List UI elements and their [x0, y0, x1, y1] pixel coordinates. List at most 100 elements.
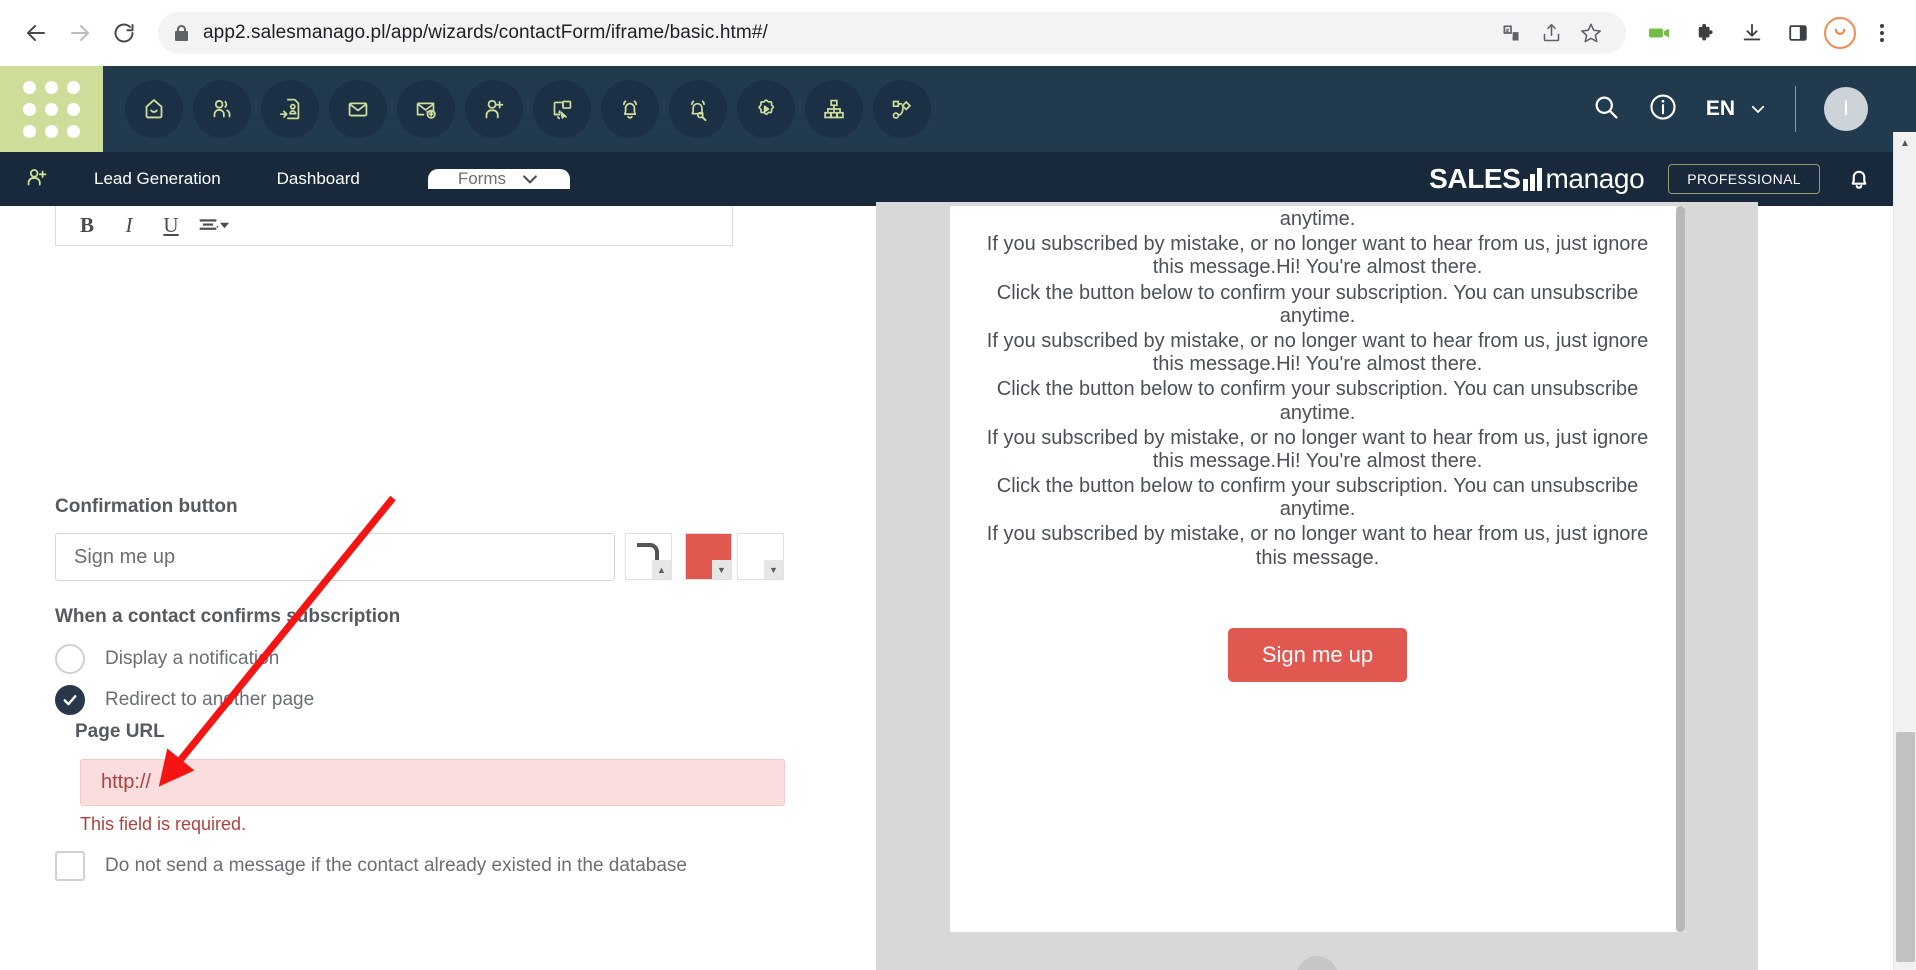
plan-badge[interactable]: PROFESSIONAL: [1668, 164, 1820, 194]
settings-gear-icon[interactable]: [737, 80, 795, 138]
language-label: EN: [1705, 97, 1735, 120]
home-icon[interactable]: [125, 80, 183, 138]
underline-button[interactable]: U: [152, 210, 190, 242]
page-url-input[interactable]: [80, 759, 785, 806]
lock-icon: [174, 24, 189, 42]
nav-lead-generation[interactable]: Lead Generation: [66, 152, 249, 206]
checkbox-skip-existing-contact[interactable]: Do not send a message if the contact alr…: [55, 851, 687, 881]
back-arrow-icon[interactable]: [14, 11, 58, 55]
page-url-error-message: This field is required.: [80, 814, 247, 834]
caret-down-icon[interactable]: ▼: [764, 560, 783, 579]
preview-paragraph: If you subscribed by mistake, or no long…: [986, 426, 1649, 472]
email-preview-text: anytime. If you subscribed by mistake, or…: [950, 206, 1685, 570]
module-nav-right: SALES manago PROFESSIONAL: [1429, 152, 1916, 206]
avatar-initial: I: [1843, 97, 1849, 120]
radio-redirect-another-page[interactable]: Redirect to another page: [55, 685, 314, 715]
border-radius-picker[interactable]: ▲: [625, 533, 672, 580]
email-automation-icon[interactable]: [397, 80, 455, 138]
tab-forms-label: Forms: [457, 169, 506, 188]
web-push-icon[interactable]: [533, 80, 591, 138]
language-selector[interactable]: EN: [1706, 97, 1767, 121]
preview-paragraph: anytime.: [1279, 208, 1356, 230]
radio-circle[interactable]: [55, 644, 85, 674]
salesmanago-logo: SALES manago: [1429, 163, 1645, 195]
form-editor-panel: B I U Confirmation button ▲ ▼ ▼ When a c: [0, 206, 830, 970]
module-nav-left: Lead Generation Dashboard Forms: [0, 152, 570, 206]
share-icon[interactable]: [1532, 14, 1570, 52]
app-nav-icons: [103, 80, 931, 138]
url-text: app2.salesmanago.pl/app/wizards/contactF…: [203, 22, 768, 43]
caret-up-icon[interactable]: ▲: [652, 560, 671, 579]
caret-down-icon[interactable]: ▼: [712, 560, 731, 579]
page-scrollbar[interactable]: ▲ ▼: [1893, 132, 1916, 970]
preview-paragraph: If you subscribed by mistake, or no long…: [986, 523, 1649, 569]
confirmation-button-input[interactable]: [55, 533, 615, 581]
page-url-label: Page URL: [75, 721, 165, 742]
chevron-down-icon: [523, 175, 537, 184]
sitemap-icon[interactable]: [805, 80, 863, 138]
workflow-icon[interactable]: [873, 80, 931, 138]
italic-button[interactable]: I: [110, 210, 148, 242]
preview-paragraph: If you subscribed by mistake, or no long…: [986, 233, 1649, 279]
info-icon[interactable]: [1648, 92, 1678, 127]
profile-avatar-icon[interactable]: [1824, 17, 1856, 49]
checkbox-label: Do not send a message if the contact alr…: [105, 855, 687, 876]
bell-icon[interactable]: [1844, 162, 1874, 197]
app-top-bar: EN I: [0, 66, 1916, 152]
browser-extensions-area: [1640, 13, 1902, 53]
subscription-heading: When a contact confirms subscription: [55, 606, 401, 627]
page-scrollbar-thumb[interactable]: [1896, 732, 1915, 962]
nav-dashboard[interactable]: Dashboard: [249, 152, 388, 206]
alerts-bell-icon[interactable]: [601, 80, 659, 138]
preview-sign-me-up-button[interactable]: Sign me up: [1227, 627, 1408, 682]
preview-scrollbar[interactable]: [1676, 206, 1685, 932]
reload-icon[interactable]: [102, 11, 146, 55]
omnibox-actions: [1492, 14, 1610, 52]
preview-scrollbar-thumb[interactable]: [1676, 206, 1685, 932]
camera-recorder-icon[interactable]: [1640, 13, 1680, 53]
email-icon[interactable]: [329, 80, 387, 138]
app-bar-right: EN I: [1592, 86, 1916, 132]
confirmation-button-label: Confirmation button: [55, 496, 238, 517]
check-icon: [63, 695, 77, 706]
background-color-picker[interactable]: ▼: [685, 533, 732, 580]
chevron-down-icon: [1751, 105, 1765, 113]
side-panel-icon[interactable]: [1778, 13, 1818, 53]
automation-bell-icon[interactable]: [669, 80, 727, 138]
brand-sales: SALES: [1429, 163, 1521, 194]
divider: [1795, 86, 1796, 132]
downloads-icon[interactable]: [1732, 13, 1772, 53]
extensions-puzzle-icon[interactable]: [1686, 13, 1726, 53]
checkbox-box[interactable]: [55, 851, 85, 881]
avatar[interactable]: I: [1824, 87, 1868, 131]
module-nav-bar: Lead Generation Dashboard Forms SALES man…: [0, 152, 1916, 206]
device-screen: anytime. If you subscribed by mistake, or…: [950, 206, 1685, 932]
apps-grid-button[interactable]: [0, 66, 103, 152]
brand-bars-icon: [1523, 167, 1543, 191]
bookmark-star-icon[interactable]: [1572, 14, 1610, 52]
device-preview: anytime. If you subscribed by mistake, or…: [876, 202, 1758, 970]
address-bar[interactable]: app2.salesmanago.pl/app/wizards/contactF…: [158, 12, 1626, 54]
preview-paragraph: Click the button below to confirm your s…: [996, 475, 1639, 521]
browser-menu-icon[interactable]: [1862, 13, 1902, 53]
preview-paragraph: Click the button below to confirm your s…: [996, 281, 1639, 327]
main-content: B I U Confirmation button ▲ ▼ ▼ When a c: [0, 202, 1916, 970]
contacts-icon[interactable]: [193, 80, 251, 138]
search-icon[interactable]: [1592, 93, 1620, 126]
web-page: EN I Lead Generation Dashboard Forms SAL…: [0, 66, 1916, 970]
forward-arrow-icon[interactable]: [58, 11, 102, 55]
bold-button[interactable]: B: [68, 210, 106, 242]
add-person-icon: [22, 164, 52, 194]
preview-paragraph: If you subscribed by mistake, or no long…: [986, 329, 1649, 376]
add-contact-icon[interactable]: [465, 80, 523, 138]
radio-circle-checked[interactable]: [55, 685, 85, 715]
rich-text-toolbar: B I U: [55, 206, 733, 246]
scroll-up-arrow[interactable]: ▲: [1894, 132, 1916, 154]
radio-display-notification[interactable]: Display a notification: [55, 644, 279, 674]
tab-forms[interactable]: Forms: [427, 169, 570, 189]
translate-icon[interactable]: [1492, 14, 1530, 52]
brand-manago: manago: [1545, 163, 1645, 194]
lead-generation-icon[interactable]: [261, 80, 319, 138]
text-color-picker[interactable]: ▼: [737, 533, 784, 580]
align-button[interactable]: [194, 210, 232, 242]
